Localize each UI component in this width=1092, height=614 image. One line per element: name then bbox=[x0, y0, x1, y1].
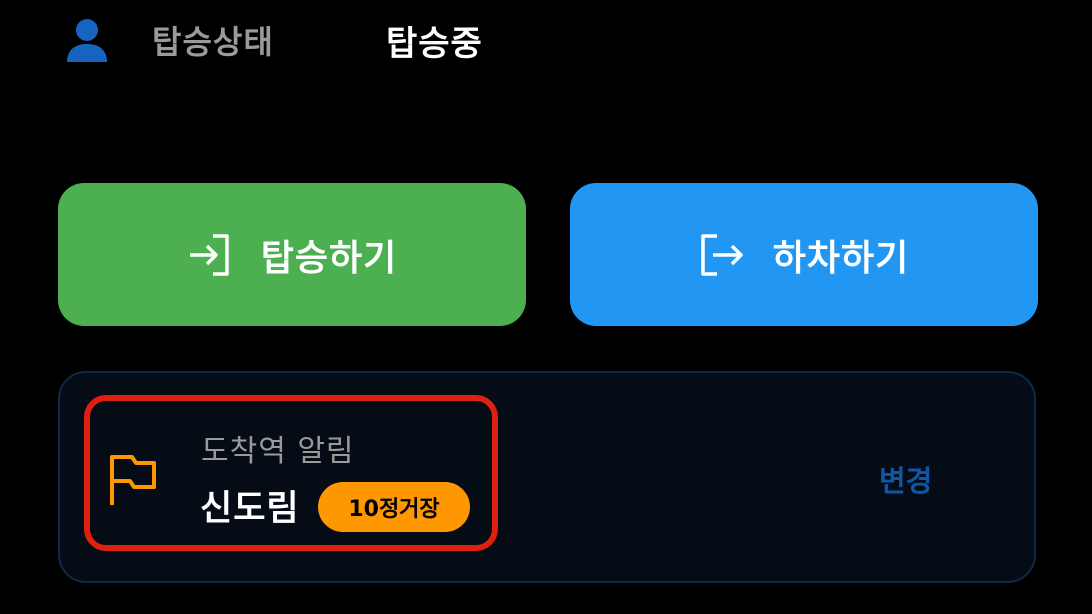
flag-icon bbox=[110, 455, 156, 505]
boarding-status-row: 탑승상태 탑승중 bbox=[66, 18, 483, 64]
status-value: 탑승중 bbox=[386, 23, 483, 64]
logout-icon bbox=[701, 233, 743, 276]
screen: 탑승상태 탑승중 탑승하기 하차하기 도착역 알림 신도림 10정거장 변경 bbox=[0, 0, 1092, 614]
board-button[interactable]: 탑승하기 bbox=[58, 183, 526, 326]
stops-remaining-badge: 10정거장 bbox=[318, 482, 470, 532]
change-destination-button[interactable]: 변경 bbox=[879, 458, 932, 500]
arrival-alarm-title: 도착역 알림 bbox=[201, 434, 355, 469]
alight-button[interactable]: 하차하기 bbox=[570, 183, 1038, 326]
person-icon bbox=[67, 19, 107, 62]
login-icon bbox=[189, 233, 229, 276]
alight-button-label: 하차하기 bbox=[772, 237, 910, 279]
destination-station: 신도림 bbox=[200, 489, 300, 529]
status-label: 탑승상태 bbox=[152, 23, 274, 61]
board-button-label: 탑승하기 bbox=[260, 237, 398, 279]
